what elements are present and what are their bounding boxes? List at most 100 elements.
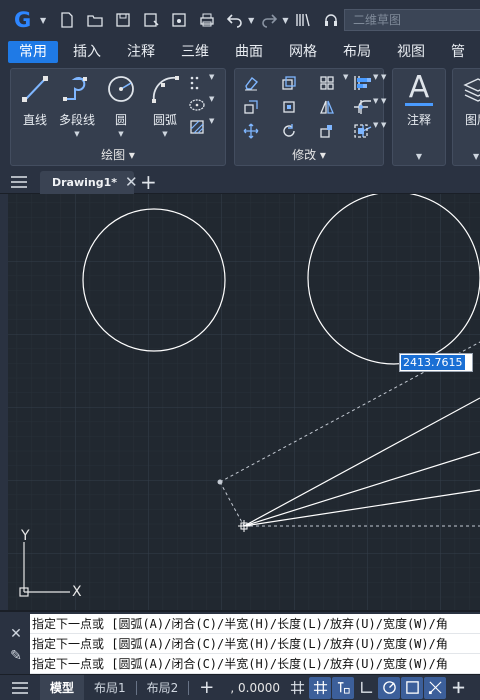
polyline-dropdown-icon[interactable]: ▼ bbox=[55, 130, 99, 138]
circle-dropdown-icon[interactable]: ▼ bbox=[99, 130, 143, 138]
close-icon[interactable]: ✕ bbox=[125, 175, 138, 190]
array-icon[interactable] bbox=[317, 73, 337, 93]
annotation-dropdown-icon[interactable]: ▼ bbox=[393, 152, 445, 161]
coordinate-readout[interactable]: , 0.0000 bbox=[224, 681, 286, 695]
explode-icon[interactable] bbox=[351, 121, 371, 141]
app-logo-icon[interactable]: G bbox=[14, 9, 36, 31]
circle-tool-label: 圆 bbox=[114, 113, 127, 127]
layer-panel: 图层 ▼ bbox=[452, 68, 480, 166]
point-icon[interactable] bbox=[187, 73, 207, 93]
tab-surface[interactable]: 曲面 bbox=[224, 41, 274, 63]
lineweight-icon[interactable] bbox=[447, 677, 469, 699]
erase-icon[interactable] bbox=[241, 73, 261, 93]
match-properties-icon[interactable] bbox=[292, 9, 314, 31]
layout2-tab[interactable]: 布局2 bbox=[137, 675, 189, 700]
close-command-icon[interactable]: ✕ bbox=[8, 626, 24, 642]
rotate-icon[interactable] bbox=[279, 121, 299, 141]
modify-panel-title[interactable]: 修改 ▾ bbox=[235, 147, 383, 163]
infer-constraints-icon[interactable] bbox=[332, 676, 355, 699]
file-menu-icon[interactable] bbox=[11, 176, 27, 188]
grid-display-icon[interactable] bbox=[286, 677, 308, 699]
tab-annotate[interactable]: 注释 bbox=[116, 41, 166, 63]
copy-icon[interactable] bbox=[279, 73, 299, 93]
tab-manage[interactable]: 管 bbox=[440, 41, 476, 63]
file-tab-name: Drawing1* bbox=[52, 176, 118, 189]
mirror-icon[interactable] bbox=[317, 97, 337, 117]
ucs-x-label: X bbox=[72, 584, 82, 600]
redo-icon[interactable] bbox=[258, 9, 280, 31]
layer-label[interactable]: 图层 bbox=[465, 111, 480, 128]
add-layout-icon[interactable]: + bbox=[189, 675, 224, 700]
print-icon[interactable] bbox=[196, 9, 218, 31]
snap-grid-icon[interactable] bbox=[309, 676, 332, 699]
command-history-line: 指定下一点或 [圆弧(A)/闭合(C)/半宽(H)/长度(L)/放弃(U)/宽度… bbox=[30, 614, 480, 634]
draw-panel: 直线 多段线 ▼ 圆 ▼ 圆弧 ▼ ▼ ▼ ▼ 绘图 ▾ bbox=[10, 68, 226, 166]
tab-view[interactable]: 视图 bbox=[386, 41, 436, 63]
tab-3d[interactable]: 三维 bbox=[170, 41, 220, 63]
command-prompt-line[interactable]: 指定下一点或 [圆弧(A)/闭合(C)/半宽(H)/长度(L)/放弃(U)/宽度… bbox=[30, 654, 480, 674]
drawing-canvas[interactable]: X Y 2413.7615 bbox=[8, 194, 480, 610]
model-tab[interactable]: 模型 bbox=[40, 674, 85, 700]
snap-point bbox=[217, 479, 223, 485]
rotate-copy-icon[interactable] bbox=[279, 97, 299, 117]
app-menu-chevron-icon[interactable]: ▼ bbox=[40, 16, 46, 25]
move-icon[interactable] bbox=[241, 121, 261, 141]
batch-save-icon[interactable] bbox=[168, 9, 190, 31]
annotation-label[interactable]: 注释 bbox=[393, 111, 445, 128]
annotation-panel: A 注释 ▼ bbox=[392, 68, 446, 166]
modify-panel: ▼ ▼ ▼ ▼ ▼ ▼ ▼ 修改 ▾ bbox=[234, 68, 386, 166]
break-dropdown-icon[interactable]: ▼ bbox=[373, 97, 383, 117]
tab-layout[interactable]: 布局 bbox=[332, 41, 382, 63]
align-left-icon[interactable] bbox=[351, 73, 371, 93]
layer-dropdown-icon[interactable]: ▼ bbox=[473, 152, 479, 161]
polar-icon[interactable] bbox=[378, 676, 401, 699]
circle-tool-button[interactable]: 圆 ▼ bbox=[99, 73, 143, 138]
hatch-dropdown-icon[interactable]: ▼ bbox=[209, 117, 219, 137]
line-icon bbox=[22, 76, 48, 102]
undo-icon[interactable] bbox=[224, 9, 246, 31]
status-menu-icon[interactable] bbox=[0, 675, 40, 700]
osnap-icon[interactable] bbox=[401, 676, 424, 699]
dynamic-dimension-input[interactable]: 2413.7615 bbox=[399, 353, 473, 372]
draw-panel-title[interactable]: 绘图 ▾ bbox=[11, 147, 225, 163]
ellipse-icon[interactable] bbox=[187, 95, 207, 115]
layer-icon[interactable] bbox=[463, 75, 480, 105]
tab-insert[interactable]: 插入 bbox=[62, 41, 112, 63]
line-tool-button[interactable]: 直线 bbox=[13, 73, 57, 128]
new-file-icon[interactable] bbox=[56, 9, 78, 31]
tab-mesh[interactable]: 网格 bbox=[278, 41, 328, 63]
hatch-icon[interactable] bbox=[187, 117, 207, 137]
polyline-tool-button[interactable]: 多段线 ▼ bbox=[55, 73, 99, 138]
command-settings-icon[interactable]: ✎ bbox=[8, 648, 24, 664]
layout1-tab[interactable]: 布局1 bbox=[84, 675, 136, 700]
arc-tool-button[interactable]: 圆弧 ▼ bbox=[143, 73, 187, 138]
tab-home[interactable]: 常用 bbox=[8, 41, 58, 63]
save-as-icon[interactable] bbox=[140, 9, 162, 31]
cad-application: G ▼ ▼ ▼ 二维草图 常用 插入 注释 三维 曲面 网格 布局 视图 管 直… bbox=[0, 0, 480, 700]
stretch-icon[interactable] bbox=[241, 97, 261, 117]
ribbon-tabs: 常用 插入 注释 三维 曲面 网格 布局 视图 管 bbox=[0, 40, 480, 64]
headset-icon[interactable] bbox=[320, 9, 342, 31]
ellipse-dropdown-icon[interactable]: ▼ bbox=[209, 95, 219, 115]
file-tab-drawing1[interactable]: Drawing1* ✕ bbox=[40, 171, 138, 194]
workspace-selector[interactable]: 二维草图 bbox=[344, 9, 480, 31]
ortho-icon[interactable] bbox=[355, 677, 377, 699]
break-icon[interactable] bbox=[351, 97, 371, 117]
save-icon[interactable] bbox=[112, 9, 134, 31]
file-tab-bar: Drawing1* ✕ + bbox=[0, 170, 480, 194]
undo-dropdown-icon[interactable]: ▼ bbox=[248, 16, 254, 25]
arc-dropdown-icon[interactable]: ▼ bbox=[143, 130, 187, 138]
align-left-dropdown-icon[interactable]: ▼ bbox=[373, 73, 383, 93]
redo-dropdown-icon[interactable]: ▼ bbox=[282, 16, 288, 25]
command-history[interactable]: 指定下一点或 [圆弧(A)/闭合(C)/半宽(H)/长度(L)/放弃(U)/宽度… bbox=[30, 614, 480, 674]
text-icon[interactable]: A bbox=[393, 71, 445, 105]
explode-dropdown-icon[interactable]: ▼ bbox=[373, 121, 383, 141]
open-folder-icon[interactable] bbox=[84, 9, 106, 31]
new-tab-icon[interactable]: + bbox=[140, 171, 157, 193]
polyline-tool-label: 多段线 bbox=[58, 113, 95, 127]
arc-tool-label: 圆弧 bbox=[152, 113, 177, 127]
drawing-viewport[interactable]: X Y bbox=[8, 194, 480, 610]
point-dropdown-icon[interactable]: ▼ bbox=[209, 73, 219, 93]
otrack-icon[interactable] bbox=[424, 676, 447, 699]
scale-icon[interactable] bbox=[317, 121, 337, 141]
